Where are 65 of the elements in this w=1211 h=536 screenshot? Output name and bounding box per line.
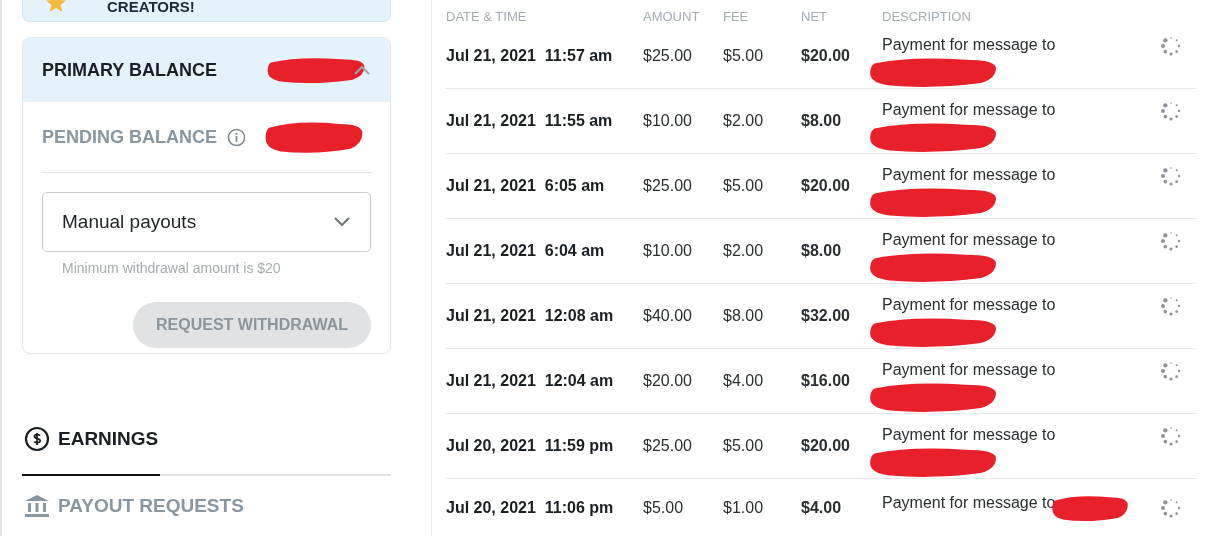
date-time-cell-text: Jul 21, 2021 6:05 am bbox=[446, 177, 606, 195]
amount-cell-text: $40.00 bbox=[643, 307, 693, 325]
net-cell-text: $20.00 bbox=[801, 47, 851, 65]
description-cell: Payment for message to bbox=[882, 101, 1056, 119]
loading-spinner-icon bbox=[1160, 496, 1182, 519]
net-cell-text: $32.00 bbox=[801, 307, 851, 325]
fee-cell-text: $1.00 bbox=[723, 498, 765, 517]
dollar-circle-icon bbox=[24, 426, 50, 452]
amount-cell-text: $10.00 bbox=[643, 112, 693, 130]
star-icon bbox=[45, 0, 67, 11]
loading-spinner-icon bbox=[1160, 100, 1182, 122]
loading-spinner-icon bbox=[1160, 425, 1182, 447]
fee-cell-text: $2.00 bbox=[723, 112, 765, 130]
fee-cell-text: $4.00 bbox=[723, 372, 765, 390]
date-time-cell-text: Jul 21, 2021 11:55 am bbox=[446, 112, 614, 130]
section-tab[interactable]: EARNINGS bbox=[22, 404, 391, 474]
date-time-cell-text: Jul 20, 2021 11:59 pm bbox=[446, 437, 615, 455]
net-cell-text: $8.00 bbox=[801, 112, 843, 130]
date-time-cell-text: Jul 21, 2021 12:08 am bbox=[446, 307, 615, 325]
banner-text: CREATORS! bbox=[107, 0, 195, 16]
net-cell-text: $20.00 bbox=[801, 437, 851, 455]
column-header: FEE bbox=[723, 8, 750, 24]
column-header: NET bbox=[801, 8, 828, 24]
amount-cell-text: $5.00 bbox=[643, 498, 685, 517]
fee-cell-text: $5.00 bbox=[723, 437, 765, 455]
minimum-withdrawal-hint: Minimum withdrawal amount is $20 bbox=[62, 260, 282, 277]
description-cell: Payment for message to bbox=[882, 296, 1056, 314]
loading-spinner-icon bbox=[1160, 35, 1182, 57]
description-cell: Payment for message to bbox=[882, 426, 1056, 444]
amount-cell-text: $10.00 bbox=[643, 242, 693, 260]
fee-cell-text: $5.00 bbox=[723, 47, 765, 65]
bank-icon bbox=[24, 494, 50, 518]
amount-cell-text: $20.00 bbox=[643, 372, 693, 390]
amount-cell-text: $25.00 bbox=[643, 437, 693, 455]
date-time-cell-text: Jul 21, 2021 11:57 am bbox=[446, 47, 614, 65]
fee-cell-text: $8.00 bbox=[723, 307, 765, 325]
net-cell-text: $16.00 bbox=[801, 372, 851, 390]
date-time-cell-text: Jul 20, 2021 11:06 pm bbox=[446, 498, 615, 517]
loading-spinner-icon bbox=[1160, 360, 1182, 382]
date-time-cell-text: Jul 21, 2021 12:04 am bbox=[446, 372, 615, 390]
payout-mode-select[interactable]: Manual payouts bbox=[42, 192, 371, 253]
loading-spinner-icon bbox=[1160, 230, 1182, 252]
pending-balance-label: PENDING BALANCE bbox=[42, 126, 217, 148]
amount-cell-text: $25.00 bbox=[643, 177, 693, 195]
info-icon[interactable] bbox=[227, 127, 246, 147]
description-cell: Payment for message to bbox=[882, 361, 1056, 379]
net-cell-text: $4.00 bbox=[801, 498, 843, 517]
chevron-down-icon bbox=[332, 216, 352, 229]
amount-cell-text: $25.00 bbox=[643, 47, 693, 65]
column-header: DATE & TIME bbox=[446, 8, 528, 24]
description-cell: Payment for message to bbox=[882, 231, 1056, 249]
primary-balance-label: PRIMARY BALANCE bbox=[42, 59, 217, 81]
net-cell-text: $20.00 bbox=[801, 177, 851, 195]
column-header: DESCRIPTION bbox=[882, 8, 972, 24]
date-time-cell-text: Jul 21, 2021 6:04 am bbox=[446, 242, 606, 260]
description-cell: Payment for message to bbox=[882, 166, 1056, 184]
column-header: AMOUNT bbox=[643, 8, 701, 24]
chevron-up-icon bbox=[352, 64, 372, 77]
primary-balance-header[interactable]: PRIMARY BALANCE bbox=[23, 38, 390, 103]
description-cell: Payment for message to bbox=[882, 36, 1056, 54]
fee-cell-text: $2.00 bbox=[723, 242, 765, 260]
loading-spinner-icon bbox=[1160, 295, 1182, 317]
fee-cell-text: $5.00 bbox=[723, 177, 765, 195]
net-cell-text: $8.00 bbox=[801, 242, 843, 260]
loading-spinner-icon bbox=[1160, 165, 1182, 187]
